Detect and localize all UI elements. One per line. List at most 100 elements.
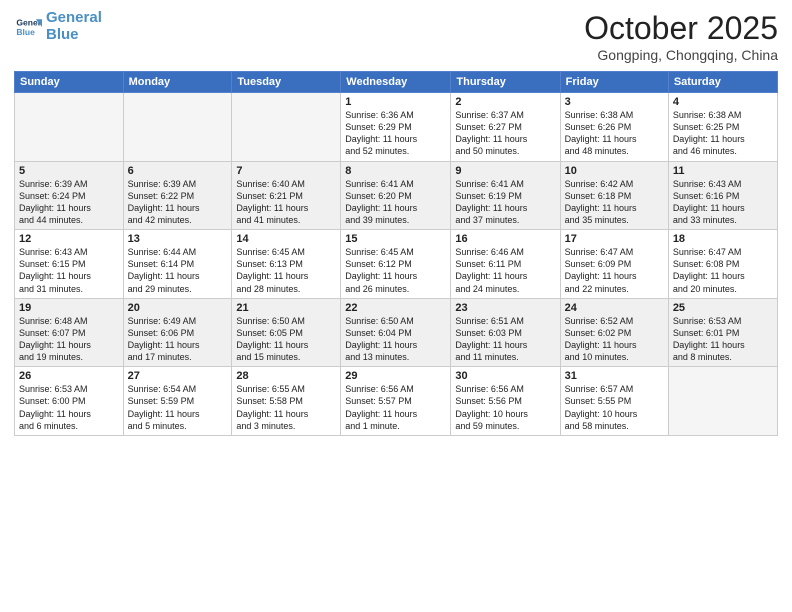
day-info: Sunrise: 6:40 AMSunset: 6:21 PMDaylight:…	[236, 178, 336, 227]
day-info: Sunrise: 6:53 AMSunset: 6:01 PMDaylight:…	[673, 315, 773, 364]
day-number: 20	[128, 302, 228, 314]
day-number: 21	[236, 302, 336, 314]
day-number: 19	[19, 302, 119, 314]
day-number: 16	[455, 233, 555, 245]
weekday-header-row: SundayMondayTuesdayWednesdayThursdayFrid…	[15, 72, 778, 93]
day-info: Sunrise: 6:57 AMSunset: 5:55 PMDaylight:…	[565, 383, 664, 432]
day-number: 30	[455, 370, 555, 382]
calendar-cell: 30Sunrise: 6:56 AMSunset: 5:56 PMDayligh…	[451, 367, 560, 436]
calendar-cell: 16Sunrise: 6:46 AMSunset: 6:11 PMDayligh…	[451, 230, 560, 299]
day-info: Sunrise: 6:43 AMSunset: 6:16 PMDaylight:…	[673, 178, 773, 227]
day-info: Sunrise: 6:48 AMSunset: 6:07 PMDaylight:…	[19, 315, 119, 364]
day-info: Sunrise: 6:56 AMSunset: 5:56 PMDaylight:…	[455, 383, 555, 432]
day-number: 17	[565, 233, 664, 245]
day-info: Sunrise: 6:54 AMSunset: 5:59 PMDaylight:…	[128, 383, 228, 432]
weekday-tuesday: Tuesday	[232, 72, 341, 93]
day-info: Sunrise: 6:49 AMSunset: 6:06 PMDaylight:…	[128, 315, 228, 364]
logo-text: General Blue	[46, 10, 102, 43]
day-number: 6	[128, 165, 228, 177]
day-number: 25	[673, 302, 773, 314]
day-info: Sunrise: 6:47 AMSunset: 6:08 PMDaylight:…	[673, 246, 773, 295]
calendar-cell: 17Sunrise: 6:47 AMSunset: 6:09 PMDayligh…	[560, 230, 668, 299]
day-info: Sunrise: 6:41 AMSunset: 6:20 PMDaylight:…	[345, 178, 446, 227]
calendar-cell: 4Sunrise: 6:38 AMSunset: 6:25 PMDaylight…	[668, 93, 777, 162]
calendar-cell: 23Sunrise: 6:51 AMSunset: 6:03 PMDayligh…	[451, 298, 560, 367]
weekday-monday: Monday	[123, 72, 232, 93]
day-info: Sunrise: 6:44 AMSunset: 6:14 PMDaylight:…	[128, 246, 228, 295]
day-info: Sunrise: 6:39 AMSunset: 6:22 PMDaylight:…	[128, 178, 228, 227]
day-number: 28	[236, 370, 336, 382]
day-info: Sunrise: 6:55 AMSunset: 5:58 PMDaylight:…	[236, 383, 336, 432]
calendar-cell	[123, 93, 232, 162]
calendar-cell: 21Sunrise: 6:50 AMSunset: 6:05 PMDayligh…	[232, 298, 341, 367]
calendar-cell: 27Sunrise: 6:54 AMSunset: 5:59 PMDayligh…	[123, 367, 232, 436]
calendar-cell: 7Sunrise: 6:40 AMSunset: 6:21 PMDaylight…	[232, 161, 341, 230]
calendar-cell	[668, 367, 777, 436]
day-info: Sunrise: 6:37 AMSunset: 6:27 PMDaylight:…	[455, 109, 555, 158]
day-info: Sunrise: 6:51 AMSunset: 6:03 PMDaylight:…	[455, 315, 555, 364]
day-info: Sunrise: 6:46 AMSunset: 6:11 PMDaylight:…	[455, 246, 555, 295]
day-number: 31	[565, 370, 664, 382]
page: General Blue General Blue October 2025 G…	[0, 0, 792, 612]
day-info: Sunrise: 6:39 AMSunset: 6:24 PMDaylight:…	[19, 178, 119, 227]
calendar-cell: 22Sunrise: 6:50 AMSunset: 6:04 PMDayligh…	[341, 298, 451, 367]
calendar-cell: 13Sunrise: 6:44 AMSunset: 6:14 PMDayligh…	[123, 230, 232, 299]
day-number: 3	[565, 96, 664, 108]
day-number: 15	[345, 233, 446, 245]
day-info: Sunrise: 6:50 AMSunset: 6:05 PMDaylight:…	[236, 315, 336, 364]
calendar-cell: 25Sunrise: 6:53 AMSunset: 6:01 PMDayligh…	[668, 298, 777, 367]
location: Gongping, Chongqing, China	[584, 47, 778, 63]
logo-general: General	[46, 9, 102, 26]
weekday-saturday: Saturday	[668, 72, 777, 93]
day-info: Sunrise: 6:36 AMSunset: 6:29 PMDaylight:…	[345, 109, 446, 158]
day-number: 22	[345, 302, 446, 314]
calendar-cell: 12Sunrise: 6:43 AMSunset: 6:15 PMDayligh…	[15, 230, 124, 299]
logo-blue: Blue	[46, 26, 79, 43]
logo: General Blue General Blue	[14, 10, 102, 43]
calendar-cell: 1Sunrise: 6:36 AMSunset: 6:29 PMDaylight…	[341, 93, 451, 162]
day-number: 13	[128, 233, 228, 245]
day-number: 29	[345, 370, 446, 382]
day-number: 12	[19, 233, 119, 245]
weekday-friday: Friday	[560, 72, 668, 93]
svg-text:Blue: Blue	[16, 26, 35, 36]
calendar-cell: 24Sunrise: 6:52 AMSunset: 6:02 PMDayligh…	[560, 298, 668, 367]
day-info: Sunrise: 6:43 AMSunset: 6:15 PMDaylight:…	[19, 246, 119, 295]
calendar-cell: 3Sunrise: 6:38 AMSunset: 6:26 PMDaylight…	[560, 93, 668, 162]
calendar-cell: 2Sunrise: 6:37 AMSunset: 6:27 PMDaylight…	[451, 93, 560, 162]
day-info: Sunrise: 6:52 AMSunset: 6:02 PMDaylight:…	[565, 315, 664, 364]
day-number: 26	[19, 370, 119, 382]
calendar-cell: 29Sunrise: 6:56 AMSunset: 5:57 PMDayligh…	[341, 367, 451, 436]
weekday-thursday: Thursday	[451, 72, 560, 93]
calendar-week-2: 5Sunrise: 6:39 AMSunset: 6:24 PMDaylight…	[15, 161, 778, 230]
calendar-cell	[232, 93, 341, 162]
calendar-cell: 26Sunrise: 6:53 AMSunset: 6:00 PMDayligh…	[15, 367, 124, 436]
day-info: Sunrise: 6:47 AMSunset: 6:09 PMDaylight:…	[565, 246, 664, 295]
day-number: 24	[565, 302, 664, 314]
day-number: 9	[455, 165, 555, 177]
day-info: Sunrise: 6:45 AMSunset: 6:13 PMDaylight:…	[236, 246, 336, 295]
title-block: October 2025 Gongping, Chongqing, China	[584, 10, 778, 63]
day-info: Sunrise: 6:45 AMSunset: 6:12 PMDaylight:…	[345, 246, 446, 295]
calendar-cell: 18Sunrise: 6:47 AMSunset: 6:08 PMDayligh…	[668, 230, 777, 299]
day-number: 8	[345, 165, 446, 177]
calendar-week-5: 26Sunrise: 6:53 AMSunset: 6:00 PMDayligh…	[15, 367, 778, 436]
day-number: 18	[673, 233, 773, 245]
day-number: 2	[455, 96, 555, 108]
calendar-cell: 9Sunrise: 6:41 AMSunset: 6:19 PMDaylight…	[451, 161, 560, 230]
svg-text:General: General	[16, 17, 42, 27]
calendar-cell: 28Sunrise: 6:55 AMSunset: 5:58 PMDayligh…	[232, 367, 341, 436]
calendar-week-4: 19Sunrise: 6:48 AMSunset: 6:07 PMDayligh…	[15, 298, 778, 367]
day-info: Sunrise: 6:53 AMSunset: 6:00 PMDaylight:…	[19, 383, 119, 432]
calendar-cell: 6Sunrise: 6:39 AMSunset: 6:22 PMDaylight…	[123, 161, 232, 230]
calendar-cell: 10Sunrise: 6:42 AMSunset: 6:18 PMDayligh…	[560, 161, 668, 230]
calendar-week-1: 1Sunrise: 6:36 AMSunset: 6:29 PMDaylight…	[15, 93, 778, 162]
day-number: 7	[236, 165, 336, 177]
calendar-cell	[15, 93, 124, 162]
day-info: Sunrise: 6:50 AMSunset: 6:04 PMDaylight:…	[345, 315, 446, 364]
calendar-cell: 8Sunrise: 6:41 AMSunset: 6:20 PMDaylight…	[341, 161, 451, 230]
weekday-sunday: Sunday	[15, 72, 124, 93]
logo-icon: General Blue	[14, 13, 42, 41]
header: General Blue General Blue October 2025 G…	[14, 10, 778, 63]
day-info: Sunrise: 6:56 AMSunset: 5:57 PMDaylight:…	[345, 383, 446, 432]
